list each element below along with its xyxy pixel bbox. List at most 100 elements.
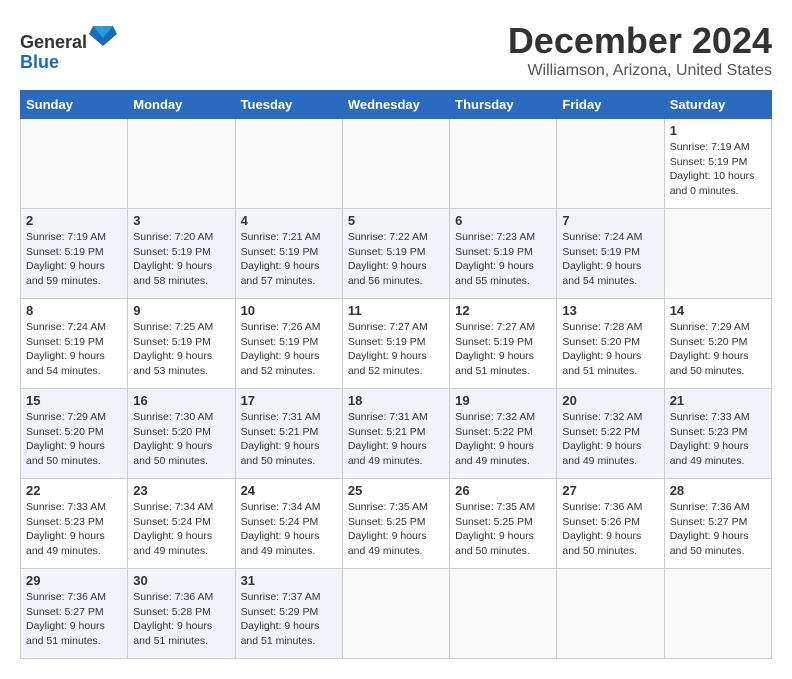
day-info: Sunrise: 7:28 AMSunset: 5:20 PMDaylight:… xyxy=(562,321,642,377)
calendar-cell: 31 Sunrise: 7:37 AMSunset: 5:29 PMDaylig… xyxy=(235,569,342,659)
day-number: 15 xyxy=(26,393,122,408)
day-info: Sunrise: 7:33 AMSunset: 5:23 PMDaylight:… xyxy=(26,501,106,557)
logo-general: General xyxy=(20,32,87,52)
calendar-cell: 4 Sunrise: 7:21 AMSunset: 5:19 PMDayligh… xyxy=(235,209,342,299)
calendar-cell: 3 Sunrise: 7:20 AMSunset: 5:19 PMDayligh… xyxy=(128,209,235,299)
calendar-cell: 29 Sunrise: 7:36 AMSunset: 5:27 PMDaylig… xyxy=(21,569,128,659)
day-number: 26 xyxy=(455,483,551,498)
day-info: Sunrise: 7:36 AMSunset: 5:27 PMDaylight:… xyxy=(670,501,750,557)
calendar-table: SundayMondayTuesdayWednesdayThursdayFrid… xyxy=(20,90,772,659)
day-number: 21 xyxy=(670,393,766,408)
day-number: 8 xyxy=(26,303,122,318)
calendar-cell: 27 Sunrise: 7:36 AMSunset: 5:26 PMDaylig… xyxy=(557,479,664,569)
day-info: Sunrise: 7:32 AMSunset: 5:22 PMDaylight:… xyxy=(562,411,642,467)
day-number: 31 xyxy=(241,573,337,588)
calendar-cell xyxy=(450,119,557,209)
col-header-friday: Friday xyxy=(557,91,664,119)
day-info: Sunrise: 7:36 AMSunset: 5:27 PMDaylight:… xyxy=(26,591,106,647)
calendar-cell xyxy=(664,209,771,299)
calendar-cell: 14 Sunrise: 7:29 AMSunset: 5:20 PMDaylig… xyxy=(664,299,771,389)
week-row: 29 Sunrise: 7:36 AMSunset: 5:27 PMDaylig… xyxy=(21,569,772,659)
day-info: Sunrise: 7:23 AMSunset: 5:19 PMDaylight:… xyxy=(455,231,535,287)
calendar-cell: 10 Sunrise: 7:26 AMSunset: 5:19 PMDaylig… xyxy=(235,299,342,389)
day-number: 11 xyxy=(348,303,444,318)
day-number: 2 xyxy=(26,213,122,228)
calendar-cell: 19 Sunrise: 7:32 AMSunset: 5:22 PMDaylig… xyxy=(450,389,557,479)
week-row: 22 Sunrise: 7:33 AMSunset: 5:23 PMDaylig… xyxy=(21,479,772,569)
calendar-cell xyxy=(128,119,235,209)
day-number: 22 xyxy=(26,483,122,498)
header: General Blue December 2024 Williamson, A… xyxy=(20,20,772,80)
week-row: 15 Sunrise: 7:29 AMSunset: 5:20 PMDaylig… xyxy=(21,389,772,479)
day-number: 20 xyxy=(562,393,658,408)
day-info: Sunrise: 7:26 AMSunset: 5:19 PMDaylight:… xyxy=(241,321,321,377)
day-number: 4 xyxy=(241,213,337,228)
day-number: 5 xyxy=(348,213,444,228)
calendar-cell: 21 Sunrise: 7:33 AMSunset: 5:23 PMDaylig… xyxy=(664,389,771,479)
day-number: 16 xyxy=(133,393,229,408)
calendar-cell: 28 Sunrise: 7:36 AMSunset: 5:27 PMDaylig… xyxy=(664,479,771,569)
day-number: 3 xyxy=(133,213,229,228)
day-number: 27 xyxy=(562,483,658,498)
week-row: 8 Sunrise: 7:24 AMSunset: 5:19 PMDayligh… xyxy=(21,299,772,389)
day-number: 10 xyxy=(241,303,337,318)
day-number: 18 xyxy=(348,393,444,408)
day-number: 17 xyxy=(241,393,337,408)
calendar-cell: 8 Sunrise: 7:24 AMSunset: 5:19 PMDayligh… xyxy=(21,299,128,389)
col-header-thursday: Thursday xyxy=(450,91,557,119)
day-info: Sunrise: 7:27 AMSunset: 5:19 PMDaylight:… xyxy=(348,321,428,377)
calendar-cell: 13 Sunrise: 7:28 AMSunset: 5:20 PMDaylig… xyxy=(557,299,664,389)
day-number: 13 xyxy=(562,303,658,318)
day-info: Sunrise: 7:19 AMSunset: 5:19 PMDaylight:… xyxy=(670,141,755,197)
day-info: Sunrise: 7:34 AMSunset: 5:24 PMDaylight:… xyxy=(241,501,321,557)
location-title: Williamson, Arizona, United States xyxy=(508,62,772,80)
col-header-tuesday: Tuesday xyxy=(235,91,342,119)
calendar-cell: 22 Sunrise: 7:33 AMSunset: 5:23 PMDaylig… xyxy=(21,479,128,569)
day-info: Sunrise: 7:21 AMSunset: 5:19 PMDaylight:… xyxy=(241,231,321,287)
logo: General Blue xyxy=(20,20,117,73)
col-header-sunday: Sunday xyxy=(21,91,128,119)
day-number: 19 xyxy=(455,393,551,408)
month-title: December 2024 xyxy=(508,20,772,62)
calendar-cell: 1 Sunrise: 7:19 AMSunset: 5:19 PMDayligh… xyxy=(664,119,771,209)
day-number: 30 xyxy=(133,573,229,588)
day-info: Sunrise: 7:22 AMSunset: 5:19 PMDaylight:… xyxy=(348,231,428,287)
page-wrapper: General Blue December 2024 Williamson, A… xyxy=(20,20,772,659)
calendar-cell xyxy=(342,119,449,209)
calendar-cell: 11 Sunrise: 7:27 AMSunset: 5:19 PMDaylig… xyxy=(342,299,449,389)
logo-icon xyxy=(89,20,117,48)
calendar-cell xyxy=(450,569,557,659)
calendar-cell: 15 Sunrise: 7:29 AMSunset: 5:20 PMDaylig… xyxy=(21,389,128,479)
day-info: Sunrise: 7:35 AMSunset: 5:25 PMDaylight:… xyxy=(348,501,428,557)
calendar-cell xyxy=(342,569,449,659)
day-info: Sunrise: 7:31 AMSunset: 5:21 PMDaylight:… xyxy=(348,411,428,467)
day-info: Sunrise: 7:32 AMSunset: 5:22 PMDaylight:… xyxy=(455,411,535,467)
day-info: Sunrise: 7:31 AMSunset: 5:21 PMDaylight:… xyxy=(241,411,321,467)
day-number: 9 xyxy=(133,303,229,318)
day-info: Sunrise: 7:24 AMSunset: 5:19 PMDaylight:… xyxy=(562,231,642,287)
day-info: Sunrise: 7:36 AMSunset: 5:28 PMDaylight:… xyxy=(133,591,213,647)
day-number: 12 xyxy=(455,303,551,318)
day-info: Sunrise: 7:27 AMSunset: 5:19 PMDaylight:… xyxy=(455,321,535,377)
calendar-cell: 12 Sunrise: 7:27 AMSunset: 5:19 PMDaylig… xyxy=(450,299,557,389)
day-info: Sunrise: 7:19 AMSunset: 5:19 PMDaylight:… xyxy=(26,231,106,287)
col-header-wednesday: Wednesday xyxy=(342,91,449,119)
day-number: 23 xyxy=(133,483,229,498)
calendar-cell xyxy=(557,569,664,659)
col-header-saturday: Saturday xyxy=(664,91,771,119)
calendar-cell: 16 Sunrise: 7:30 AMSunset: 5:20 PMDaylig… xyxy=(128,389,235,479)
calendar-cell xyxy=(235,119,342,209)
day-info: Sunrise: 7:24 AMSunset: 5:19 PMDaylight:… xyxy=(26,321,106,377)
day-info: Sunrise: 7:37 AMSunset: 5:29 PMDaylight:… xyxy=(241,591,321,647)
day-number: 1 xyxy=(670,123,766,138)
title-area: December 2024 Williamson, Arizona, Unite… xyxy=(508,20,772,80)
day-info: Sunrise: 7:25 AMSunset: 5:19 PMDaylight:… xyxy=(133,321,213,377)
col-header-monday: Monday xyxy=(128,91,235,119)
calendar-cell: 20 Sunrise: 7:32 AMSunset: 5:22 PMDaylig… xyxy=(557,389,664,479)
calendar-cell: 6 Sunrise: 7:23 AMSunset: 5:19 PMDayligh… xyxy=(450,209,557,299)
calendar-cell: 9 Sunrise: 7:25 AMSunset: 5:19 PMDayligh… xyxy=(128,299,235,389)
calendar-cell: 25 Sunrise: 7:35 AMSunset: 5:25 PMDaylig… xyxy=(342,479,449,569)
day-info: Sunrise: 7:34 AMSunset: 5:24 PMDaylight:… xyxy=(133,501,213,557)
calendar-cell: 2 Sunrise: 7:19 AMSunset: 5:19 PMDayligh… xyxy=(21,209,128,299)
calendar-cell: 17 Sunrise: 7:31 AMSunset: 5:21 PMDaylig… xyxy=(235,389,342,479)
